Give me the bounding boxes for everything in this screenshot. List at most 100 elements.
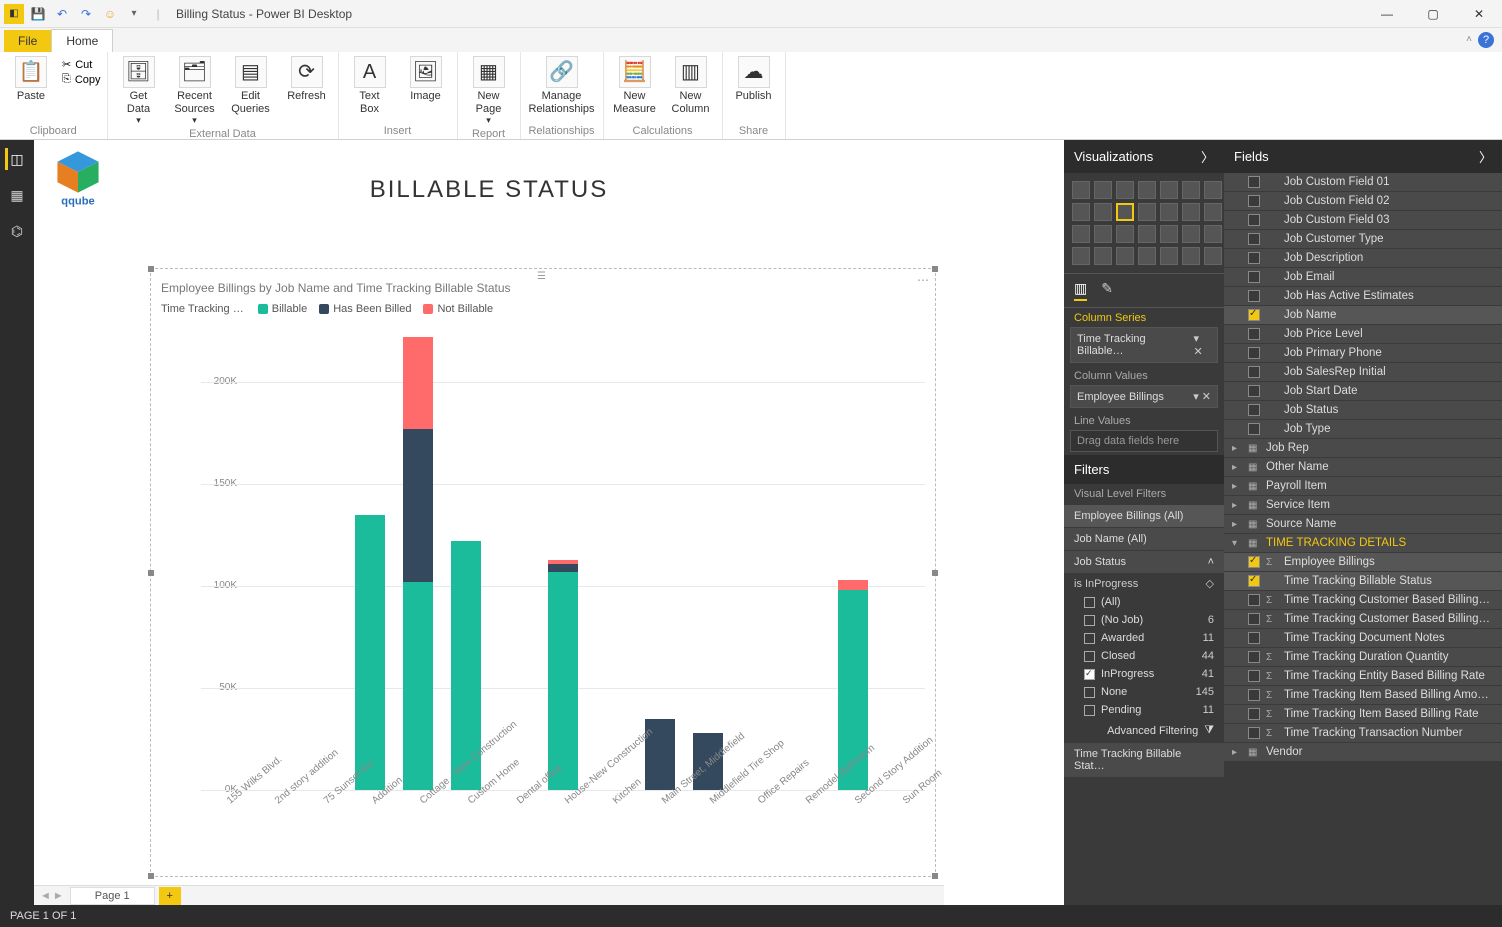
edit-queries-button[interactable]: ▤Edit Queries — [226, 54, 276, 115]
field-time-tracking-customer-based-billing-[interactable]: ΣTime Tracking Customer Based Billing… — [1224, 610, 1502, 628]
field-service-item[interactable]: ▸▦Service Item — [1224, 496, 1502, 514]
filter-option-awarded[interactable]: Awarded11 — [1064, 629, 1224, 647]
field-time-tracking-billable-status[interactable]: Time Tracking Billable Status — [1224, 572, 1502, 590]
field-job-type[interactable]: Job Type — [1224, 420, 1502, 438]
filter-option-inprogress[interactable]: InProgress41 — [1064, 665, 1224, 683]
save-icon[interactable]: 💾 — [28, 4, 48, 24]
field-time-tracking-transaction-number[interactable]: ΣTime Tracking Transaction Number — [1224, 724, 1502, 742]
field-time-tracking-customer-based-billing-[interactable]: ΣTime Tracking Customer Based Billing… — [1224, 591, 1502, 609]
field-employee-billings[interactable]: ΣEmployee Billings — [1224, 553, 1502, 571]
copy-button[interactable]: ⎘Copy — [62, 73, 101, 86]
data-view-icon[interactable]: ▦ — [6, 184, 28, 206]
collapse-ribbon-icon[interactable]: ˄ — [1466, 34, 1472, 45]
filters-header: Filters — [1064, 455, 1224, 484]
legend-not-billable[interactable]: Not Billable — [423, 303, 493, 315]
remove-values-icon[interactable]: ✕ — [1202, 391, 1211, 403]
paste-button[interactable]: 📋Paste — [6, 54, 56, 103]
format-mode-icon[interactable]: ✎ — [1101, 280, 1113, 301]
filter-option-closed[interactable]: Closed44 — [1064, 647, 1224, 665]
field-other-name[interactable]: ▸▦Other Name — [1224, 458, 1502, 476]
field-job-rep[interactable]: ▸▦Job Rep — [1224, 439, 1502, 457]
bar-addition[interactable] — [355, 515, 385, 790]
minimize-button[interactable]: — — [1364, 0, 1410, 28]
tab-file[interactable]: File — [4, 30, 51, 52]
filter-job-status[interactable]: Job Status˄ — [1064, 551, 1224, 573]
well-column-values[interactable]: Employee Billings▾ ✕ — [1070, 385, 1218, 408]
field-job-custom-field-03[interactable]: Job Custom Field 03 — [1224, 211, 1502, 229]
field-time-tracking-item-based-billing-rate[interactable]: ΣTime Tracking Item Based Billing Rate — [1224, 705, 1502, 723]
field-time-tracking-duration-quantity[interactable]: ΣTime Tracking Duration Quantity — [1224, 648, 1502, 666]
close-button[interactable]: ✕ — [1456, 0, 1502, 28]
clear-filter-icon[interactable]: ◇ — [1206, 577, 1214, 590]
page-tab-1[interactable]: Page 1 — [70, 887, 155, 905]
image-button[interactable]: 🖼Image — [401, 54, 451, 103]
new-column-button[interactable]: ▥New Column — [666, 54, 716, 115]
filter-option--all-[interactable]: (All) — [1064, 593, 1224, 611]
cut-button[interactable]: ✂Cut — [62, 58, 101, 71]
recent-sources-button[interactable]: 🗂Recent Sources▾ — [170, 54, 220, 126]
smiley-icon[interactable]: ☺ — [100, 4, 120, 24]
chart-visual[interactable]: ⋯ ☰ Employee Billings by Job Name and Ti… — [150, 268, 936, 877]
legend-has-been-billed[interactable]: Has Been Billed — [319, 303, 411, 315]
field-time-tracking-details[interactable]: ▾▦TIME TRACKING DETAILS — [1224, 534, 1502, 552]
get-data-button[interactable]: 🗄Get Data▾ — [114, 54, 164, 126]
publish-button[interactable]: ☁Publish — [729, 54, 779, 103]
collapse-fields-icon[interactable]: 〉 — [1479, 147, 1492, 166]
field-job-status[interactable]: Job Status — [1224, 401, 1502, 419]
well-line-values[interactable]: Drag data fields here — [1070, 430, 1218, 452]
field-job-name[interactable]: Job Name — [1224, 306, 1502, 324]
filter-time-tracking[interactable]: Time Tracking Billable Stat… — [1064, 743, 1224, 777]
new-page-button[interactable]: ▦New Page▾ — [464, 54, 514, 126]
advanced-filtering[interactable]: Advanced Filtering⧩ — [1064, 719, 1224, 742]
maximize-button[interactable]: ▢ — [1410, 0, 1456, 28]
field-job-custom-field-01[interactable]: Job Custom Field 01 — [1224, 173, 1502, 191]
viz-gallery[interactable] — [1064, 173, 1224, 273]
fields-mode-icon[interactable]: ▥ — [1074, 280, 1087, 301]
filter-job-name[interactable]: Job Name (All) — [1064, 528, 1224, 550]
well-label-line: Line Values — [1064, 411, 1224, 427]
filter-option-pending[interactable]: Pending11 — [1064, 701, 1224, 719]
undo-icon[interactable]: ↶ — [52, 4, 72, 24]
new-measure-button[interactable]: 🧮New Measure — [610, 54, 660, 115]
filter-employee-billings[interactable]: Employee Billings (All) — [1064, 505, 1224, 527]
field-time-tracking-entity-based-billing-rate[interactable]: ΣTime Tracking Entity Based Billing Rate — [1224, 667, 1502, 685]
field-job-salesrep-initial[interactable]: Job SalesRep Initial — [1224, 363, 1502, 381]
refresh-button[interactable]: ⟳Refresh — [282, 54, 332, 103]
cut-icon: ✂ — [62, 58, 71, 71]
model-view-icon[interactable]: ⌬ — [6, 220, 28, 242]
tab-home[interactable]: Home — [51, 29, 113, 52]
field-job-start-date[interactable]: Job Start Date — [1224, 382, 1502, 400]
help-icon[interactable]: ? — [1478, 32, 1494, 48]
collapse-viz-icon[interactable]: 〉 — [1201, 147, 1214, 166]
redo-icon[interactable]: ↷ — [76, 4, 96, 24]
field-job-email[interactable]: Job Email — [1224, 268, 1502, 286]
status-text: PAGE 1 OF 1 — [10, 910, 76, 922]
field-job-primary-phone[interactable]: Job Primary Phone — [1224, 344, 1502, 362]
well-column-series[interactable]: Time Tracking Billable…▾ ✕ — [1070, 327, 1218, 363]
report-canvas[interactable]: qqube BILLABLE STATUS ⋯ ☰ Employee Billi… — [34, 140, 944, 885]
field-job-has-active-estimates[interactable]: Job Has Active Estimates — [1224, 287, 1502, 305]
filter-option-none[interactable]: None145 — [1064, 683, 1224, 701]
field-time-tracking-item-based-billing-amou-[interactable]: ΣTime Tracking Item Based Billing Amou… — [1224, 686, 1502, 704]
add-page-button[interactable]: + — [159, 887, 181, 905]
collapse-filter-icon: ˄ — [1208, 556, 1214, 568]
field-job-customer-type[interactable]: Job Customer Type — [1224, 230, 1502, 248]
next-page-icon[interactable]: ► — [53, 890, 64, 902]
field-job-price-level[interactable]: Job Price Level — [1224, 325, 1502, 343]
bar-cottage-new-construction[interactable] — [403, 337, 433, 790]
bar-house-new-construction[interactable] — [548, 560, 578, 790]
field-vendor[interactable]: ▸▦Vendor — [1224, 743, 1502, 761]
manage-relationships-button[interactable]: 🔗Manage Relationships — [527, 54, 597, 115]
field-job-description[interactable]: Job Description — [1224, 249, 1502, 267]
report-view-icon[interactable]: ◫ — [5, 148, 27, 170]
field-payroll-item[interactable]: ▸▦Payroll Item — [1224, 477, 1502, 495]
remove-series-icon[interactable]: ✕ — [1193, 346, 1202, 358]
field-job-custom-field-02[interactable]: Job Custom Field 02 — [1224, 192, 1502, 210]
prev-page-icon[interactable]: ◄ — [40, 890, 51, 902]
text-box-button[interactable]: AText Box — [345, 54, 395, 115]
qat-dropdown-icon[interactable]: ▾ — [124, 4, 144, 24]
field-time-tracking-document-notes[interactable]: Time Tracking Document Notes — [1224, 629, 1502, 647]
field-source-name[interactable]: ▸▦Source Name — [1224, 515, 1502, 533]
legend-billable[interactable]: Billable — [258, 303, 307, 315]
filter-option--no-job-[interactable]: (No Job)6 — [1064, 611, 1224, 629]
